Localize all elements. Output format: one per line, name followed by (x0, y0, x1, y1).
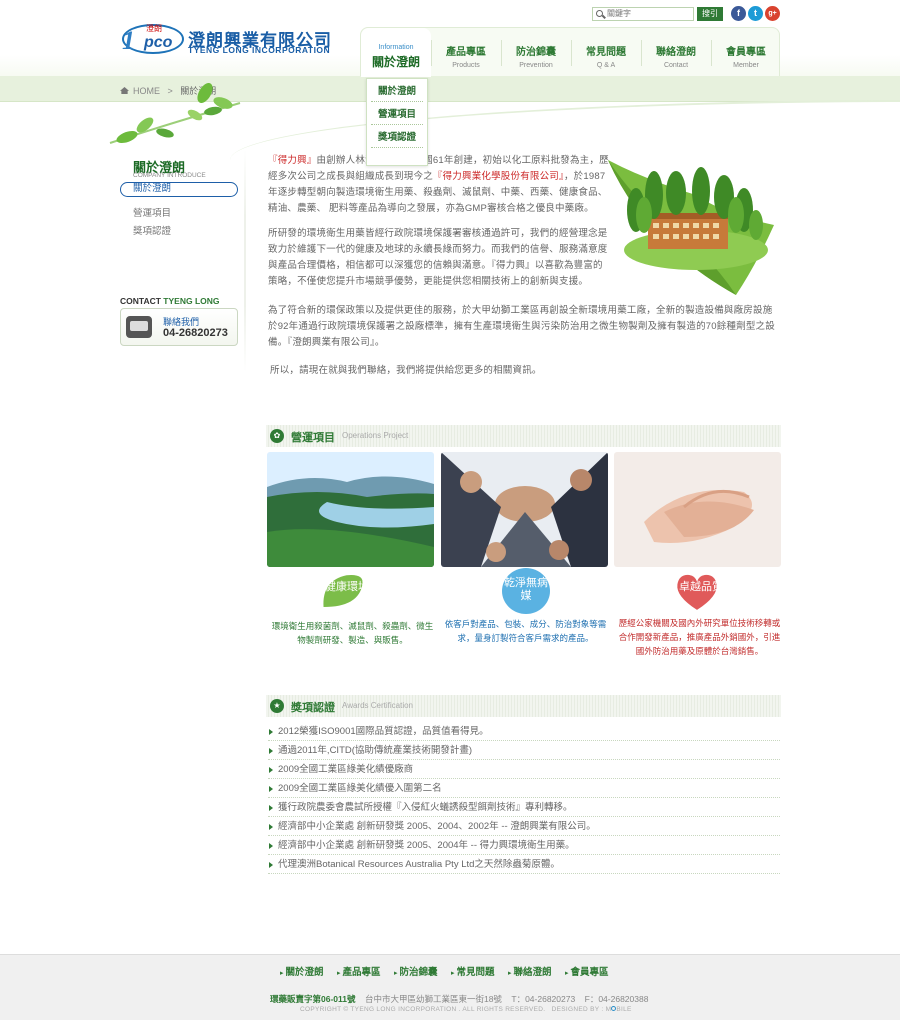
facebook-icon[interactable]: f (731, 6, 746, 21)
company-name-highlight: 『得力興業化學股份有限公司』 (432, 171, 564, 182)
contact-heading-a: CONTACT (120, 296, 161, 306)
award-item: 經濟部中小企業處 創新研發獎 2005、2004年 -- 得力興環境衛生用藥。 (268, 836, 780, 855)
page: 1 澄朗 pco 澄朗興業有限公司 TYENG LONG INCORPORATI… (0, 0, 900, 1020)
dropdown-item-operations[interactable]: 營運項目 (371, 105, 423, 125)
logo-mark-number: 1 (122, 26, 135, 55)
footer-nav-contact[interactable]: 聯絡澄朗 (508, 964, 552, 978)
operations-desc-3: 歷經公家機關及國內外研究單位技術移轉或合作開發新產品，推廣產品外銷國外，引進國外… (618, 618, 781, 656)
operations-desc-1: 環境衛生用殺菌劑、滅鼠劑、殺蟲劑、微生物製劑研發、製造、與販售。 (271, 621, 434, 645)
search-icon (596, 10, 603, 17)
logo-mark: 1 澄朗 pco (122, 24, 184, 55)
copyright-text: COPYRIGHT © TYENG LONG INCORPORATION . A… (300, 1006, 546, 1013)
dropdown-item-about[interactable]: 關於澄朗 (371, 82, 423, 102)
footer-tel: T：04-26820273 (511, 994, 576, 1004)
nav-item-about[interactable]: Information 關於澄朗 (361, 28, 431, 77)
nav-item-products[interactable]: 產品專區 Products (431, 28, 501, 77)
footer-nav-member[interactable]: 會員專區 (565, 964, 609, 978)
search-placeholder: 關鍵字 (607, 9, 631, 18)
intro-paragraph-3: 為了符合新的環保政策以及提供更佳的服務，於大甲幼獅工業區再創設全新環境用藥工廠，… (268, 305, 775, 348)
designed-by-b: BILE (616, 1006, 632, 1013)
operations-subtitle: Operations Project (342, 431, 409, 440)
license-label: 環藥販賣字第 (270, 994, 322, 1004)
awards-title: 獎項認證 (291, 702, 335, 714)
star-icon: ★ (270, 699, 284, 713)
footer-nav-prevention[interactable]: 防治錦囊 (394, 964, 438, 978)
nav-item-zh: 聯絡澄朗 (656, 47, 696, 58)
intro-paragraph-2: 所研發的環境衛生用藥皆經行政院環境保護署審核通過許可，我們的經營理念是致力於維護… (268, 228, 608, 287)
sidebar-item-operations[interactable]: 營運項目 (133, 205, 171, 219)
footer-copyright: COPYRIGHT © TYENG LONG INCORPORATION . A… (300, 1006, 632, 1013)
nav-item-zh: 關於澄朗 (371, 55, 420, 69)
contact-heading: CONTACT TYENG LONG (120, 296, 220, 306)
badge-quality: 卓越品質 (679, 581, 723, 593)
twitter-icon[interactable]: t (748, 6, 763, 21)
intro-paragraph-1: 『得力興』由創辦人林清德先生於民國61年創建，初始以化工原料批發為主，歷經多次公… (268, 153, 610, 217)
award-item: 經濟部中小企業處 創新研發獎 2005、2004、2002年 -- 澄朗興業有限… (268, 817, 780, 836)
footer-nav-about[interactable]: 關於澄朗 (280, 964, 324, 978)
logo-mark-sub: 澄朗 (146, 24, 162, 33)
nav-item-zh: 產品專區 (446, 47, 486, 58)
sidebar-item-about[interactable]: 關於澄朗 (120, 182, 238, 197)
company-name-en: TYENG LONG INCORPORATION (188, 45, 331, 55)
footer-nav-qa[interactable]: 常見問題 (451, 964, 495, 978)
footer-nav-products[interactable]: 產品專區 (337, 964, 381, 978)
contact-phone: 04-26820273 (163, 327, 228, 339)
footer-info: 環藥販賣字第06-011號 台中市大甲區幼獅工業區東一街18號 T：04-268… (270, 993, 648, 1005)
contact-box[interactable]: 聯絡我們 04-26820273 (120, 308, 238, 346)
business-team-photo (441, 452, 608, 567)
operations-desc-2: 依客戶對產品、包裝、成分、防治對象等需求，量身訂製符合客戶需求的產品。 (444, 619, 607, 643)
badge-clean: 乾淨無病媒 (502, 568, 550, 614)
river-landscape-photo (267, 452, 434, 567)
nav-dropdown: 關於澄朗 營運項目 獎項認證 (366, 78, 428, 166)
search-input[interactable]: 關鍵字 (592, 7, 694, 21)
nav-item-qa[interactable]: 常見問題 Q & A (571, 28, 641, 77)
operations-header: ✿ 營運項目 Operations Project (266, 425, 781, 447)
logo-mark-text: pco (144, 34, 173, 51)
decorative-arc (230, 100, 900, 160)
brand-name: 『得力興』 (268, 155, 317, 166)
nav-item-en: Member (733, 62, 759, 69)
main-nav: Information 關於澄朗 產品專區 Products 防治錦囊 Prev… (360, 27, 781, 77)
nav-item-zh: 會員專區 (726, 47, 766, 58)
google-plus-icon[interactable]: g+ (765, 6, 780, 21)
sidebar-divider (244, 150, 246, 372)
nav-item-member[interactable]: 會員專區 Member (711, 28, 781, 77)
contact-heading-b: TYENG LONG (163, 296, 220, 306)
sidebar-subtitle: COMPANY INTRODUCE (133, 172, 206, 179)
leaf-icon: ✿ (270, 429, 284, 443)
designed-by[interactable]: DESIGNED BY : M (552, 1006, 612, 1013)
badge-health: 健康環境 (325, 581, 369, 593)
dropdown-item-awards[interactable]: 獎項認證 (371, 128, 423, 148)
nav-item-en: Products (452, 62, 480, 69)
nav-item-en: Q & A (596, 62, 616, 69)
nav-item-en: Contact (663, 62, 689, 69)
award-item: 2009全國工業區綠美化績優入圍第二名 (268, 779, 780, 798)
nav-item-zh: 防治錦囊 (516, 47, 556, 58)
hands-photo (614, 452, 781, 567)
factory-illustration (608, 160, 774, 295)
footer-address: 台中市大甲區幼獅工業區東一街18號 (364, 994, 502, 1004)
nav-item-contact[interactable]: 聯絡澄朗 Contact (641, 28, 711, 77)
nav-item-en: Information (378, 44, 414, 51)
license-number: 06-011號 (321, 994, 356, 1004)
nav-item-zh: 常見問題 (586, 47, 626, 58)
operations-title: 營運項目 (291, 432, 335, 444)
sidebar-item-awards[interactable]: 獎項認證 (133, 223, 171, 237)
award-item: 2009全國工業區綠美化績優廠商 (268, 760, 780, 779)
footer-fax: F：04-26820388 (584, 994, 649, 1004)
search-button[interactable]: 搜引 (697, 7, 723, 21)
award-item: 獲行政院農委會農試所授權『入侵紅火蟻誘殺型餌劑技術』專利轉移。 (268, 798, 780, 817)
leaves-decoration (109, 83, 241, 144)
nav-item-prevention[interactable]: 防治錦囊 Prevention (501, 28, 571, 77)
awards-header: ★ 獎項認證 Awards Certification (266, 695, 781, 717)
company-logo[interactable]: 1 澄朗 pco 澄朗興業有限公司 TYENG LONG INCORPORATI… (122, 24, 342, 64)
intro-paragraph-4: 所以，請現在就與我們聯絡，我們將提供給您更多的相關資訊。 (270, 365, 542, 376)
award-item: 通過2011年,CITD(協助傳統產業技術開發計畫) (268, 741, 780, 760)
telephone-icon (126, 316, 152, 338)
award-item: 2012榮獲ISO9001國際品質認證，品質值看得見。 (268, 722, 780, 741)
nav-item-en: Prevention (519, 62, 553, 69)
award-item: 代理澳洲Botanical Resources Australia Pty Lt… (268, 855, 780, 874)
awards-subtitle: Awards Certification (342, 701, 413, 710)
